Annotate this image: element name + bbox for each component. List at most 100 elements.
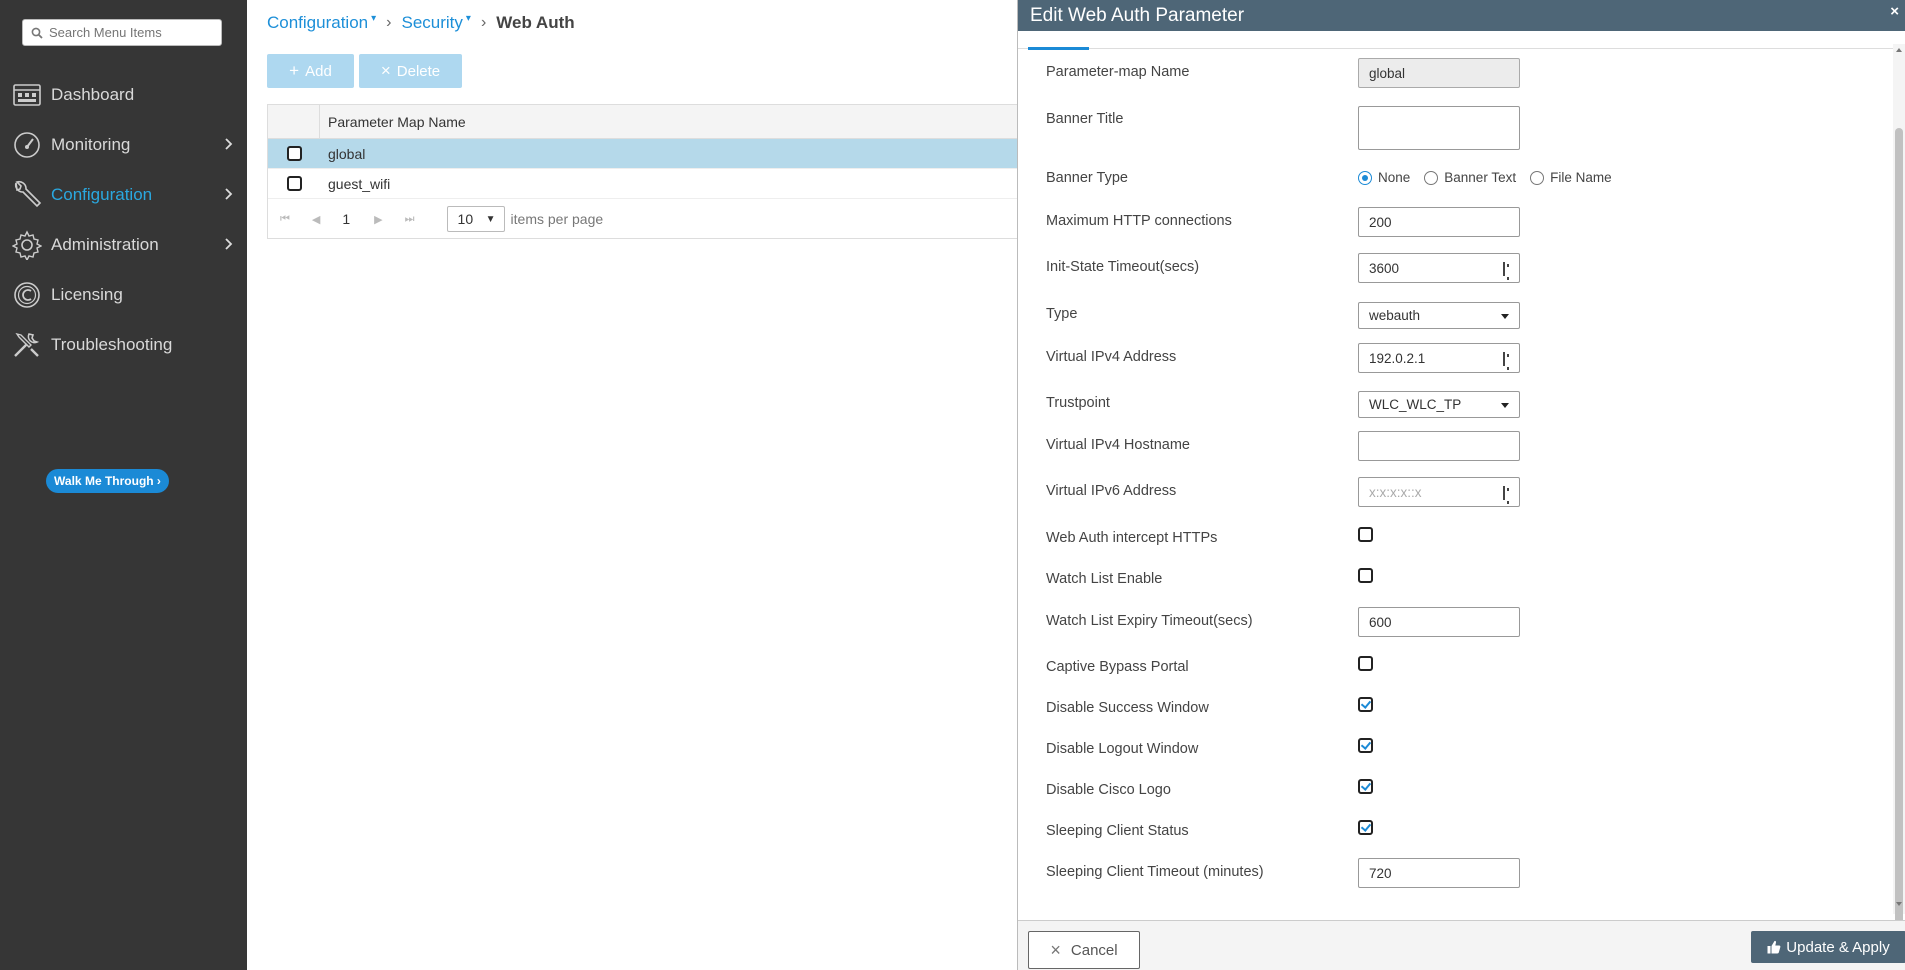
nav-item-dashboard[interactable]: Dashboard	[0, 70, 247, 120]
spinner-icon[interactable]	[1503, 486, 1511, 504]
virtual-ipv6-field[interactable]: x:x:x:x::x	[1358, 477, 1520, 507]
watch-list-expiry-field[interactable]: 600	[1358, 607, 1520, 637]
spinner-icon[interactable]	[1503, 352, 1511, 370]
field-label: Trustpoint	[1046, 395, 1110, 411]
scroll-down-icon[interactable]	[1896, 902, 1902, 906]
nav-item-licensing[interactable]: Licensing	[0, 270, 247, 320]
field-label: Watch List Enable	[1046, 571, 1163, 587]
field-label: Virtual IPv4 Hostname	[1046, 437, 1190, 453]
radio-label: File Name	[1550, 170, 1612, 185]
search-box[interactable]	[22, 19, 222, 46]
close-icon[interactable]: ×	[1890, 3, 1899, 20]
search-input[interactable]	[49, 25, 209, 40]
row-name[interactable]: global	[320, 146, 365, 162]
main-content: Configuration ▾ › Security ▾ › Web Auth …	[247, 0, 1027, 970]
radio-button[interactable]	[1424, 170, 1439, 185]
cancel-label: Cancel	[1070, 941, 1118, 959]
items-per-page-label: items per page	[510, 211, 604, 227]
nav-label: Licensing	[51, 285, 123, 304]
prev-page-icon[interactable]: ◀	[312, 213, 320, 226]
watch-list-enable-checkbox[interactable]	[1358, 568, 1373, 583]
plus-icon: +	[289, 61, 300, 80]
virtual-ipv4-field[interactable]: 192.0.2.1	[1358, 343, 1520, 373]
radio-label: Banner Text	[1444, 170, 1517, 185]
virtual-ipv4-value: 192.0.2.1	[1369, 350, 1426, 366]
walk-me-through-button[interactable]: Walk Me Through ›	[46, 469, 169, 493]
sidebar: Dashboard Monitoring Configuration Admin…	[0, 0, 247, 970]
scrollbar-thumb[interactable]	[1895, 128, 1903, 936]
nav-item-configuration[interactable]: Configuration	[0, 170, 247, 220]
first-page-icon[interactable]: ⏮	[280, 213, 290, 226]
table-header: Parameter Map Name	[268, 105, 1026, 139]
nav-item-monitoring[interactable]: Monitoring	[0, 120, 247, 170]
dashboard-icon	[12, 80, 42, 110]
disable-success-checkbox[interactable]	[1358, 697, 1373, 712]
disable-logout-checkbox[interactable]	[1358, 738, 1373, 753]
sleeping-client-timeout-field[interactable]: 720	[1358, 858, 1520, 888]
header-checkbox-column	[268, 105, 320, 138]
captive-bypass-checkbox[interactable]	[1358, 656, 1373, 671]
delete-label: Delete	[396, 62, 441, 80]
max-http-field[interactable]: 200	[1358, 207, 1520, 237]
row-checkbox[interactable]	[286, 146, 302, 161]
update-apply-button[interactable]: Update & Apply	[1751, 931, 1905, 963]
field-label: Type	[1046, 306, 1078, 322]
panel-header: Edit Web Auth Parameter ×	[1018, 0, 1905, 31]
disable-cisco-logo-checkbox[interactable]	[1358, 779, 1373, 794]
chevron-right-icon	[225, 188, 233, 200]
field-label: Virtual IPv6 Address	[1046, 483, 1177, 499]
banner-title-field[interactable]	[1358, 106, 1520, 150]
close-icon: ×	[380, 61, 391, 80]
sleeping-client-status-checkbox[interactable]	[1358, 820, 1373, 835]
radio-label: None	[1378, 170, 1411, 185]
per-page-value: 10	[457, 211, 474, 227]
field-label: Virtual IPv4 Address	[1046, 349, 1177, 365]
trustpoint-select[interactable]: WLC_WLC_TP	[1358, 391, 1520, 418]
radio-none[interactable]: None	[1358, 170, 1410, 185]
scroll-up-icon[interactable]	[1896, 48, 1902, 52]
search-icon	[31, 27, 43, 39]
row-checkbox[interactable]	[286, 176, 302, 191]
nav-item-troubleshooting[interactable]: Troubleshooting	[0, 320, 247, 370]
parameter-map-table: Parameter Map Name global guest_wifi ⏮ ◀…	[267, 104, 1027, 239]
nav-label: Troubleshooting	[51, 335, 173, 354]
toolbar: + Add × Delete	[267, 54, 467, 88]
nav-item-administration[interactable]: Administration	[0, 220, 247, 270]
table-row[interactable]: guest_wifi	[268, 169, 1026, 199]
caret-down-icon: ▾	[465, 12, 471, 24]
field-label: Web Auth intercept HTTPs	[1046, 530, 1218, 546]
radio-file-name[interactable]: File Name	[1530, 170, 1612, 185]
field-label: Disable Logout Window	[1046, 741, 1199, 757]
tools-icon	[12, 330, 42, 360]
field-label: Captive Bypass Portal	[1046, 659, 1189, 675]
intercept-https-checkbox[interactable]	[1358, 527, 1373, 542]
breadcrumb-security[interactable]: Security	[401, 13, 462, 33]
last-page-icon[interactable]: ⏭	[405, 213, 415, 226]
virtual-ipv4-hostname-field[interactable]	[1358, 431, 1520, 461]
radio-button[interactable]	[1358, 170, 1372, 185]
radio-banner-text[interactable]: Banner Text	[1424, 170, 1516, 185]
pager: ⏮ ◀ 1 ▶ ⏭ 10 ▼ items per page	[268, 199, 1026, 239]
column-header-name[interactable]: Parameter Map Name	[320, 114, 466, 130]
next-page-icon[interactable]: ▶	[374, 213, 382, 226]
caret-down-icon: ▼	[485, 213, 496, 225]
row-name[interactable]: guest_wifi	[320, 176, 390, 192]
radio-button[interactable]	[1530, 170, 1545, 185]
table-row[interactable]: global	[268, 139, 1026, 169]
type-select[interactable]: webauth	[1358, 302, 1520, 329]
chevron-right-icon	[225, 138, 233, 150]
field-label: Disable Success Window	[1046, 700, 1209, 716]
nav-label: Configuration	[51, 185, 153, 204]
spinner-icon[interactable]	[1503, 262, 1511, 280]
panel-scrollbar[interactable]	[1893, 44, 1905, 936]
delete-button[interactable]: × Delete	[359, 54, 462, 88]
breadcrumb-configuration[interactable]: Configuration	[267, 13, 368, 33]
add-button[interactable]: + Add	[267, 54, 354, 88]
per-page-select[interactable]: 10 ▼	[446, 206, 505, 232]
current-page[interactable]: 1	[342, 211, 350, 227]
cancel-button[interactable]: × Cancel	[1028, 931, 1140, 969]
gauge-icon	[12, 130, 42, 160]
init-state-timeout-field[interactable]: 3600	[1358, 253, 1520, 283]
banner-type-radios: None Banner Text File Name	[1358, 170, 1626, 185]
wrench-icon	[12, 180, 42, 210]
